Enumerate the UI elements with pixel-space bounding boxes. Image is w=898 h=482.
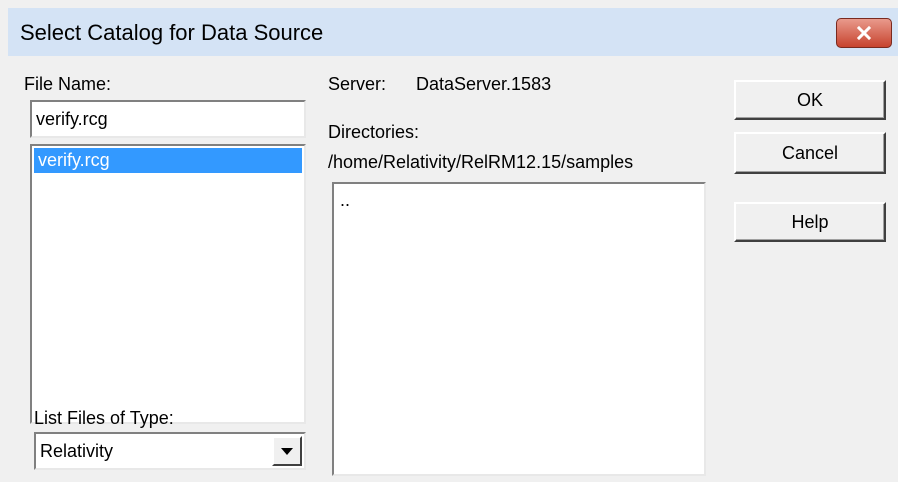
directory-path: /home/Relativity/RelRM12.15/samples <box>328 152 634 172</box>
ok-button[interactable]: OK <box>734 80 886 120</box>
directory-list[interactable]: .. <box>332 182 706 476</box>
dialog-body: File Name: verify.rcg verify.rcg List Fi… <box>8 56 898 482</box>
directory-item-parent[interactable]: .. <box>336 188 702 213</box>
dialog-title: Select Catalog for Data Source <box>20 20 324 45</box>
select-catalog-dialog: Select Catalog for Data Source File Name… <box>0 0 898 482</box>
file-list-item[interactable]: verify.rcg <box>34 148 302 173</box>
help-button[interactable]: Help <box>734 202 886 242</box>
cancel-button[interactable]: Cancel <box>734 132 886 174</box>
dropdown-button[interactable] <box>272 436 302 466</box>
file-list[interactable]: verify.rcg <box>30 144 306 424</box>
file-type-label: List Files of Type: <box>34 408 174 428</box>
help-button-label: Help <box>791 212 829 232</box>
file-type-select[interactable]: Relativity <box>34 432 306 470</box>
chevron-down-icon <box>281 448 293 455</box>
close-icon <box>857 26 871 40</box>
ok-button-label: OK <box>796 90 823 110</box>
file-type-selected-value: Relativity <box>40 441 114 461</box>
close-button[interactable] <box>836 18 892 48</box>
directories-label: Directories: <box>328 122 420 142</box>
file-name-input[interactable]: verify.rcg <box>30 100 306 138</box>
file-name-label: File Name: <box>24 74 112 94</box>
title-bar[interactable]: Select Catalog for Data Source <box>8 8 898 56</box>
cancel-button-label: Cancel <box>781 143 839 163</box>
server-value: DataServer.1583 <box>416 74 552 94</box>
server-label: Server: <box>328 74 387 94</box>
